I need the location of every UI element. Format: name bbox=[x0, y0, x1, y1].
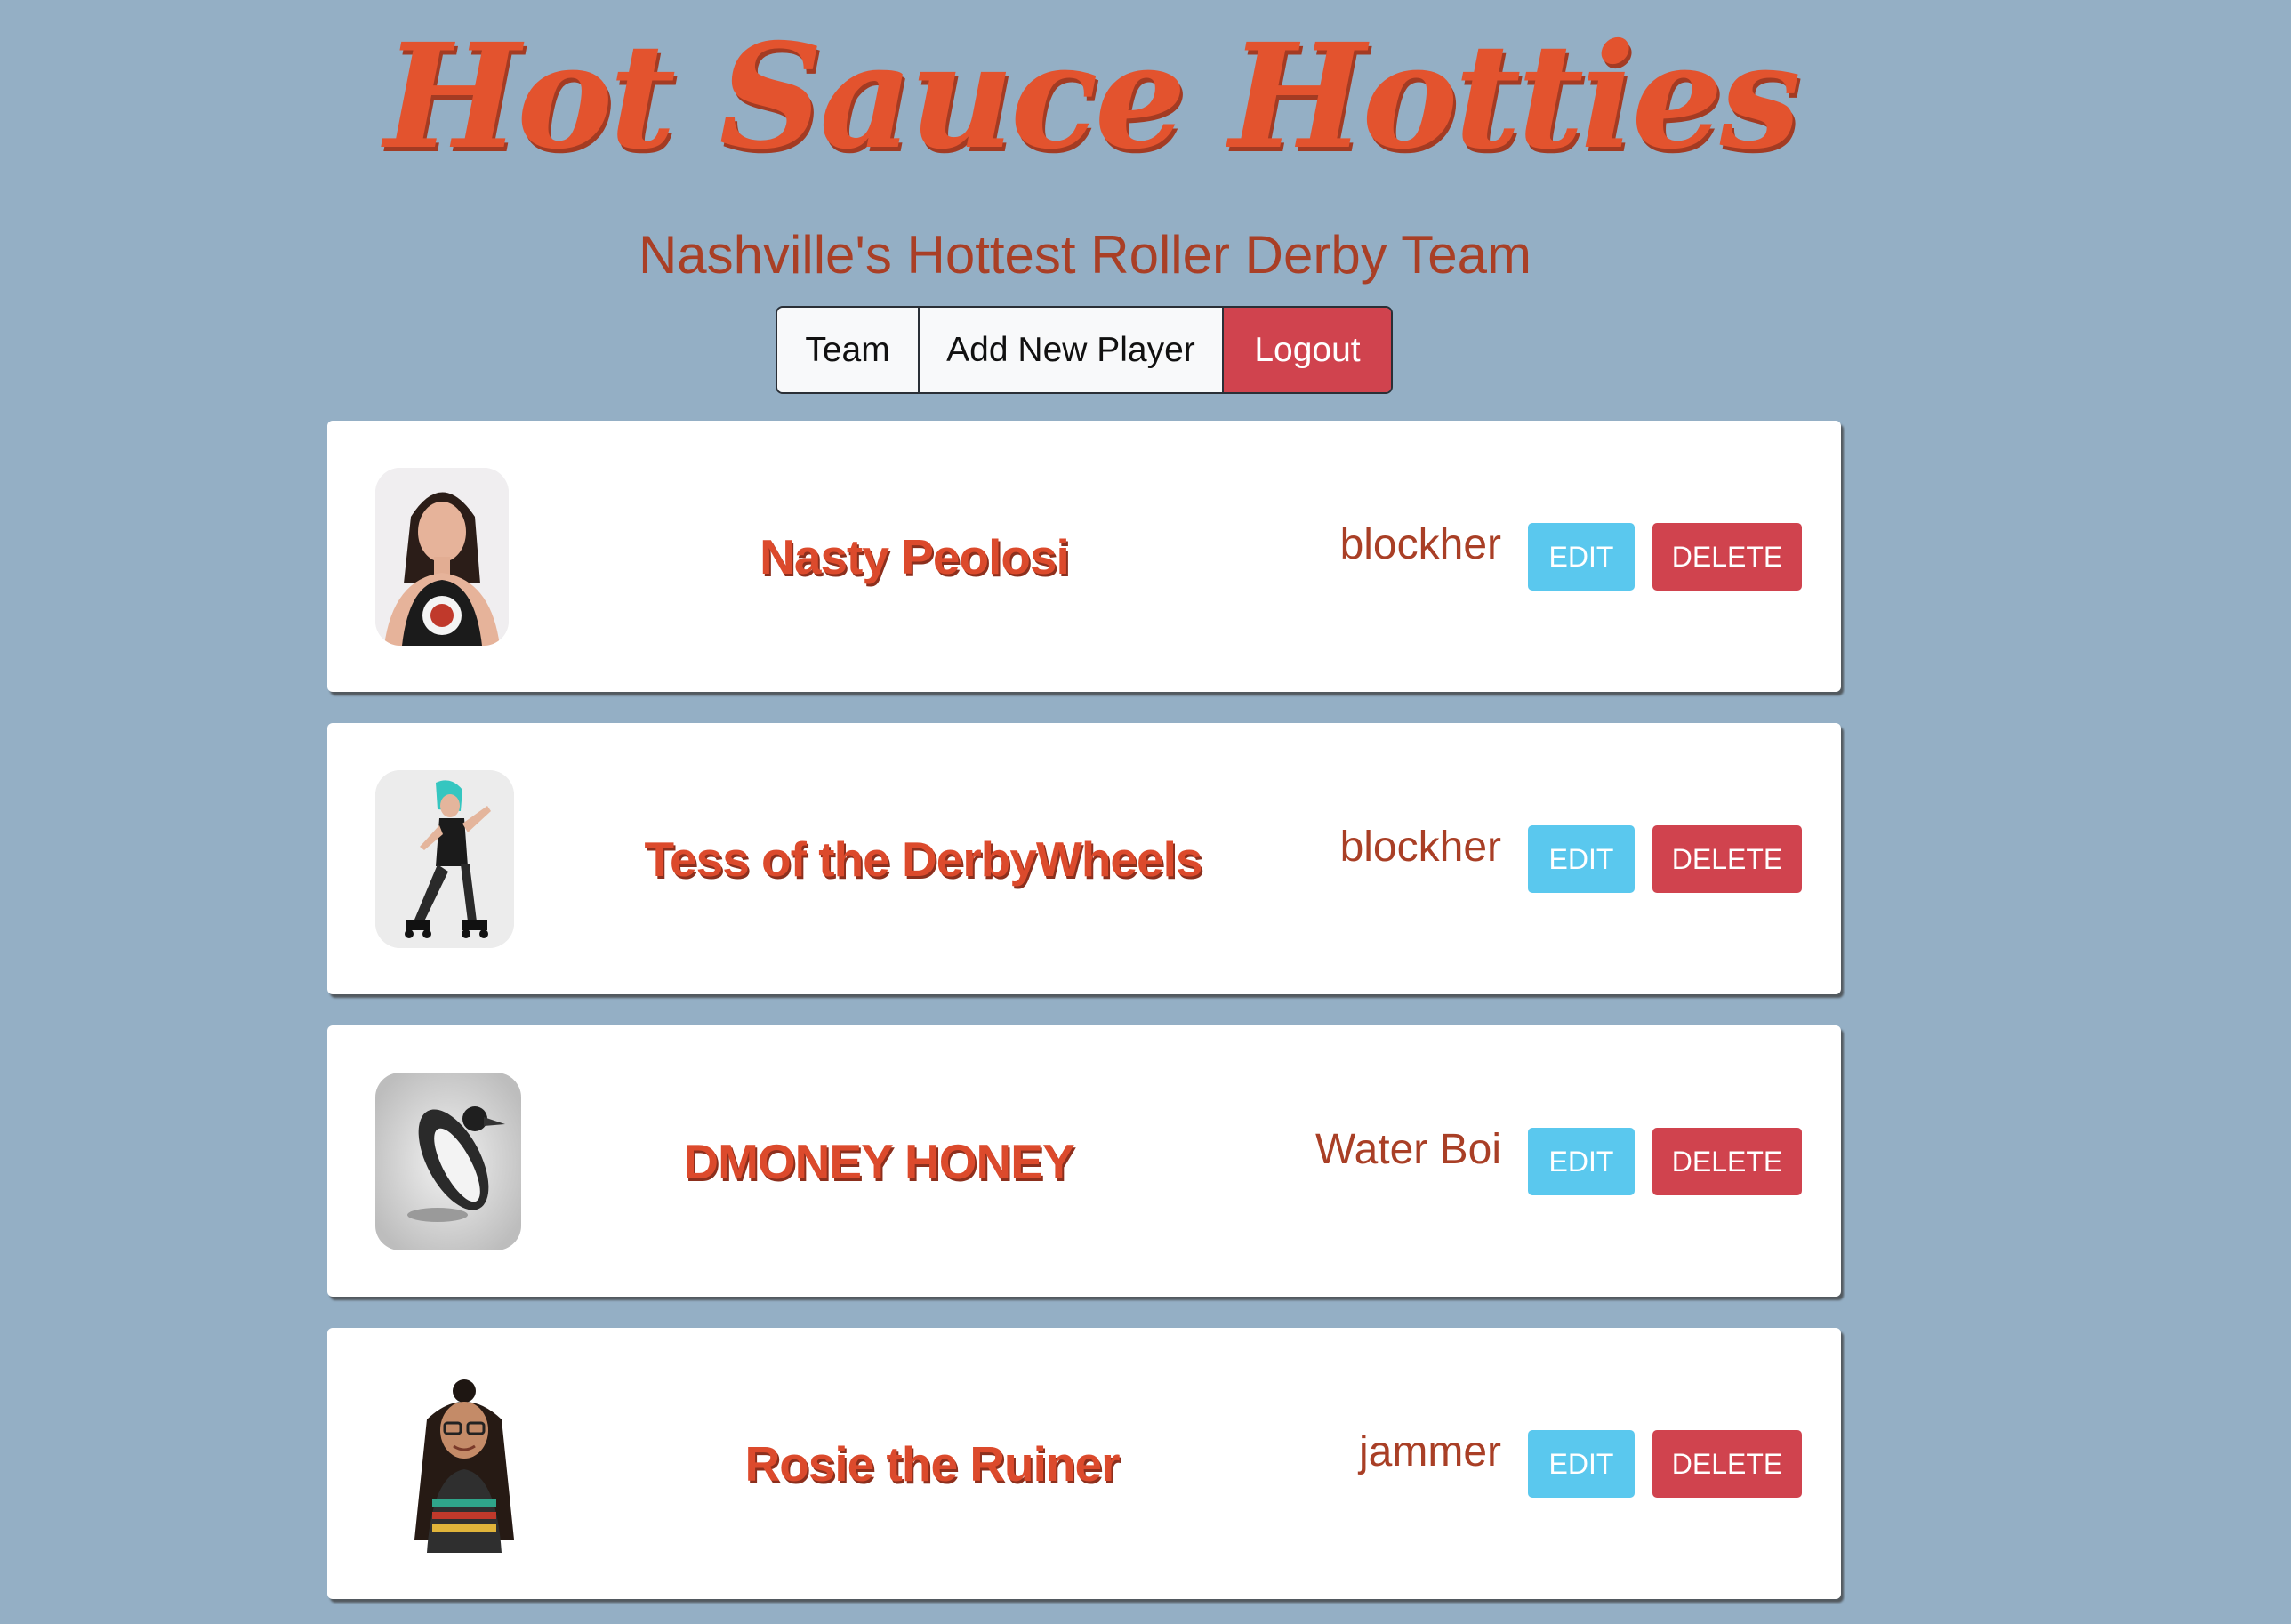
nav-add-player-button[interactable]: Add New Player bbox=[920, 308, 1224, 392]
player-card: Tess of the DerbyWheels blockher EDIT DE… bbox=[327, 723, 1841, 994]
nav-team-button[interactable]: Team bbox=[777, 308, 920, 392]
player-position: blockher bbox=[1339, 824, 1501, 871]
main-nav: Team Add New Player Logout bbox=[776, 306, 1393, 394]
delete-button[interactable]: DELETE bbox=[1652, 1430, 1802, 1498]
player-name: DMONEY HONEY bbox=[683, 1133, 1074, 1189]
player-photo bbox=[375, 468, 509, 646]
player-card: DMONEY HONEY Water Boi EDIT DELETE bbox=[327, 1025, 1841, 1297]
player-name: Tess of the DerbyWheels bbox=[644, 831, 1203, 887]
player-name: Nasty Peolosi bbox=[760, 528, 1070, 584]
site-subtitle: Nashville's Hottest Roller Derby Team bbox=[638, 225, 1532, 285]
player-position: jammer bbox=[1358, 1428, 1501, 1475]
player-name: Rosie the Ruiner bbox=[744, 1435, 1120, 1491]
player-photo bbox=[375, 1073, 521, 1250]
edit-button[interactable]: EDIT bbox=[1528, 825, 1635, 893]
player-position: Water Boi bbox=[1315, 1126, 1501, 1173]
delete-button[interactable]: DELETE bbox=[1652, 523, 1802, 591]
delete-button[interactable]: DELETE bbox=[1652, 1128, 1802, 1195]
site-title: Hot Sauce Hotties bbox=[384, 12, 1801, 181]
player-card: Rosie the Ruiner jammer EDIT DELETE bbox=[327, 1328, 1841, 1599]
player-position: blockher bbox=[1339, 521, 1501, 568]
delete-button[interactable]: DELETE bbox=[1652, 825, 1802, 893]
edit-button[interactable]: EDIT bbox=[1528, 1128, 1635, 1195]
nav-logout-button[interactable]: Logout bbox=[1224, 308, 1391, 392]
edit-button[interactable]: EDIT bbox=[1528, 523, 1635, 591]
player-photo bbox=[375, 770, 514, 948]
player-card: Nasty Peolosi blockher EDIT DELETE bbox=[327, 421, 1841, 692]
edit-button[interactable]: EDIT bbox=[1528, 1430, 1635, 1498]
player-photo bbox=[375, 1375, 553, 1553]
